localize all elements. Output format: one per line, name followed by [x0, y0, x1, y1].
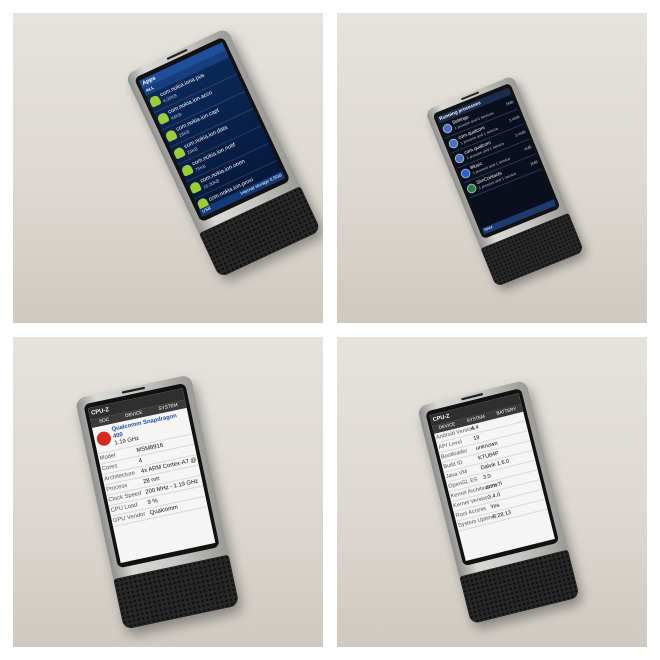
row-value: 4.4	[470, 423, 480, 433]
phone-body: Apps ALL com.nokia.iona.pus 4.00KB com.no…	[125, 27, 322, 279]
speaker-grille	[113, 554, 240, 630]
phone-screen: CPU-Z DEVICE SYSTEM BATTERY Android Vers…	[429, 393, 555, 562]
row-value: 0:28:13	[492, 509, 512, 521]
process-size: 4MB	[523, 143, 533, 152]
phone-body: Running processes Settings 1 process and …	[425, 75, 585, 288]
phone-body: CPU-Z DEVICE SYSTEM BATTERY Android Vers…	[417, 379, 580, 625]
app-icon	[447, 137, 460, 150]
photo-cpuz-soc: CPU-Z SOC DEVICE SYSTEM Qualcomm Snapdra…	[13, 337, 323, 647]
row-value: 9 %	[146, 497, 159, 507]
process-size: 5MB	[505, 98, 515, 107]
row-value: 3.0	[482, 472, 492, 482]
row-value: 4	[138, 457, 143, 465]
phone-screen: CPU-Z SOC DEVICE SYSTEM Qualcomm Snapdra…	[87, 388, 216, 563]
android-icon	[172, 146, 187, 160]
row-value: Yes	[489, 501, 501, 511]
android-icon	[180, 163, 195, 178]
app-icon	[453, 152, 466, 165]
gear-icon	[441, 122, 454, 135]
android-icon	[188, 181, 203, 195]
process-size: 3MB	[529, 158, 539, 167]
process-size: 3.4MB	[508, 113, 521, 123]
music-icon	[459, 167, 472, 180]
process-size: 3.4MB	[514, 128, 527, 138]
contacts-icon	[465, 182, 478, 195]
photo-running-processes: Running processes Settings 1 process and …	[337, 13, 647, 323]
photo-apps-list: Apps ALL com.nokia.iona.pus 4.00KB com.no…	[13, 13, 323, 323]
snapdragon-logo-icon	[95, 430, 113, 447]
phone-screen: Running processes Settings 1 process and …	[436, 87, 557, 235]
row-value: 19	[472, 434, 481, 443]
android-icon	[148, 94, 162, 109]
android-icon	[164, 129, 179, 143]
phone-body: CPU-Z SOC DEVICE SYSTEM Qualcomm Snapdra…	[75, 374, 240, 630]
photo-cpuz-system: CPU-Z DEVICE SYSTEM BATTERY Android Vers…	[337, 337, 647, 647]
android-icon	[156, 111, 170, 126]
